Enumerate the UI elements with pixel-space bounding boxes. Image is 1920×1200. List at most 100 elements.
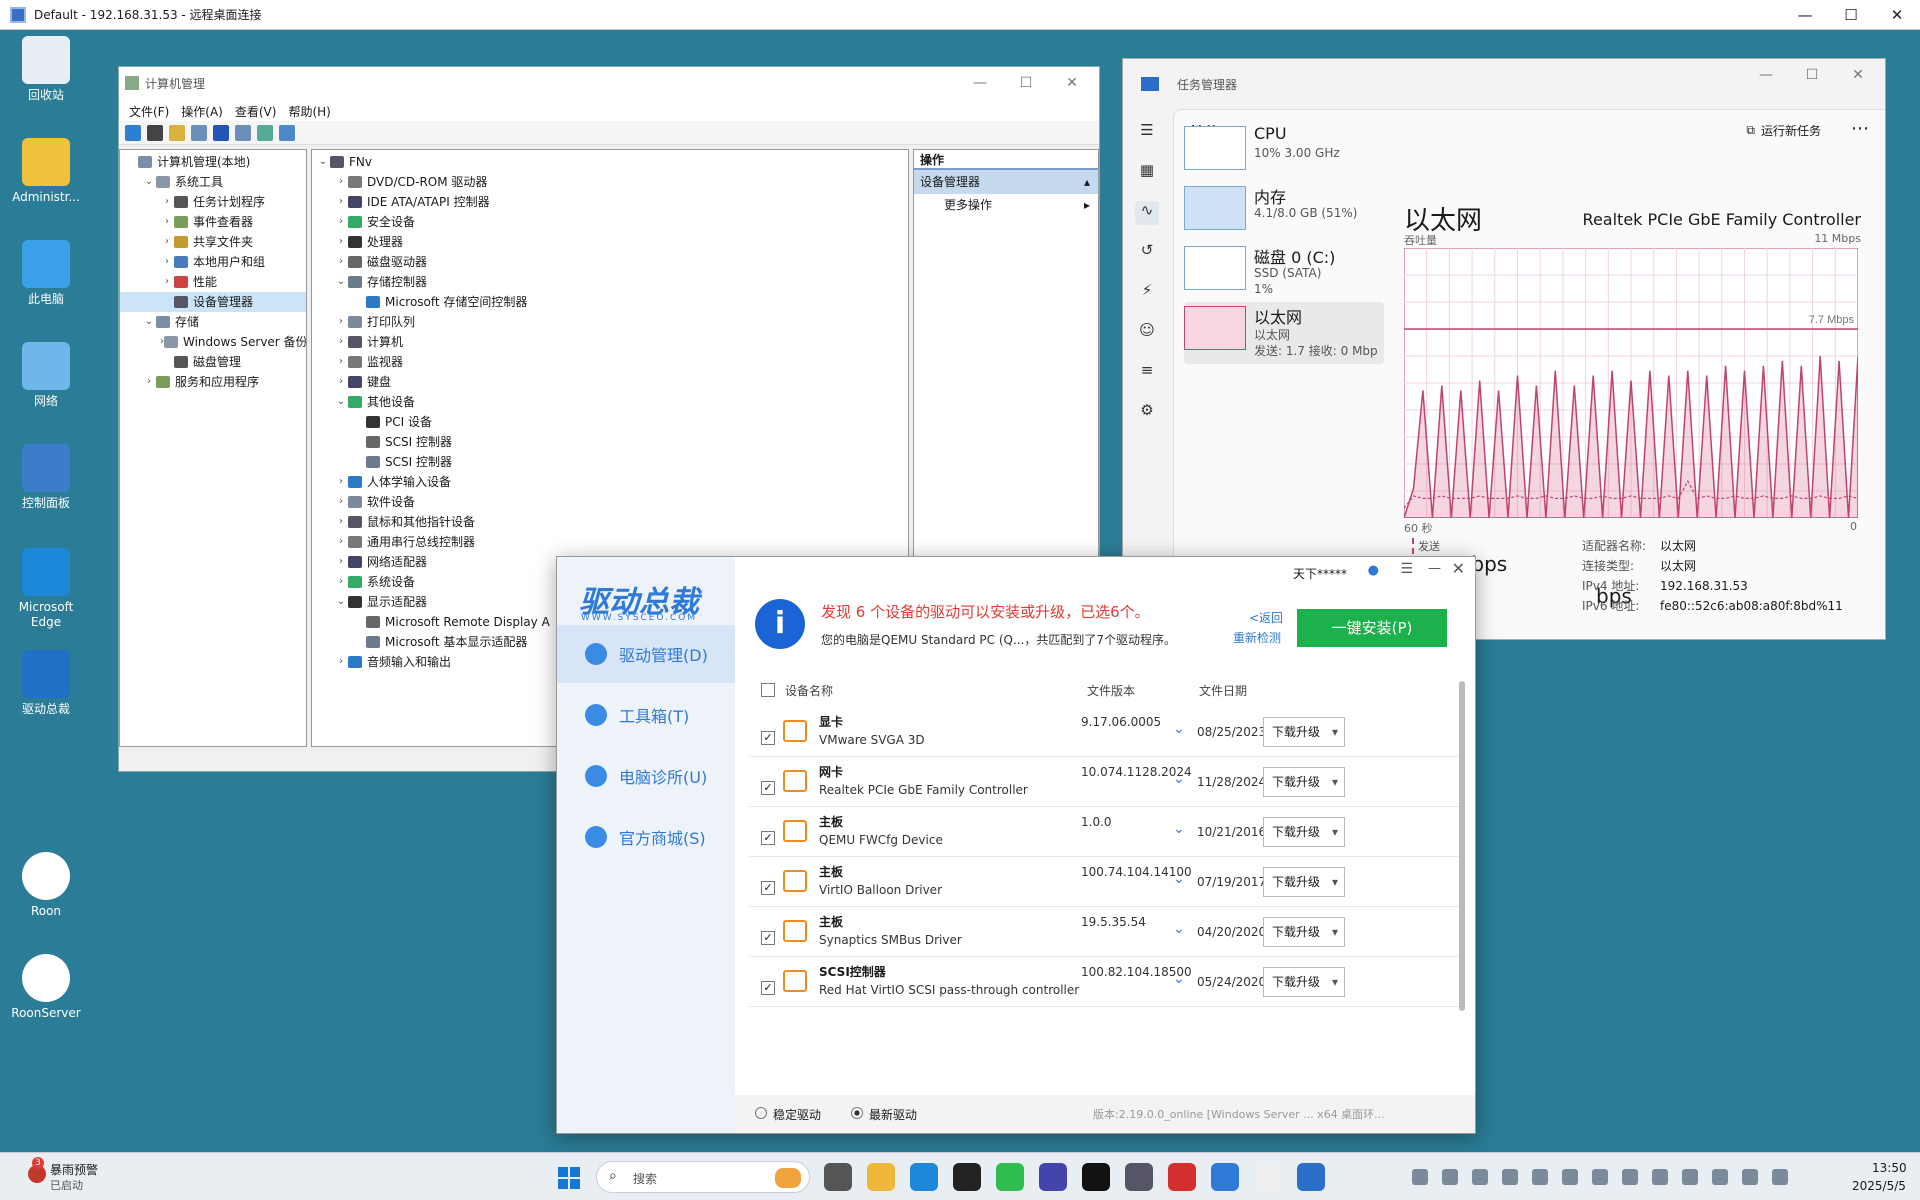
- minimize-button[interactable]: —: [1428, 561, 1441, 576]
- tree-item[interactable]: › 磁盘驱动器: [312, 252, 908, 272]
- edge-icon[interactable]: [910, 1163, 938, 1191]
- details-icon[interactable]: ≡: [1135, 361, 1159, 385]
- remote-desktop-icon[interactable]: [1297, 1163, 1325, 1191]
- collapsed-icon[interactable]: ›: [334, 552, 348, 572]
- tree-item[interactable]: › 计算机: [312, 332, 908, 352]
- clock-time[interactable]: 13:50: [1872, 1161, 1907, 1175]
- cm-close-button[interactable]: ✕: [1049, 67, 1095, 99]
- rdp-maximize-button[interactable]: ☐: [1828, 0, 1874, 30]
- collapsed-icon[interactable]: ›: [160, 232, 174, 252]
- tree-item[interactable]: › DVD/CD-ROM 驱动器: [312, 172, 908, 192]
- start-button[interactable]: [558, 1167, 580, 1189]
- menu-item-1[interactable]: 操作(A): [181, 103, 223, 119]
- roon-icon[interactable]: [1254, 1163, 1282, 1191]
- tray-app-icon[interactable]: [1412, 1169, 1428, 1185]
- cm-maximize-button[interactable]: ☐: [1003, 67, 1049, 99]
- rdp-minimize-button[interactable]: —: [1782, 0, 1828, 30]
- rdp-close-button[interactable]: ✕: [1874, 0, 1920, 30]
- perf-item-2[interactable]: 磁盘 0 (C:) SSD (SATA) 1%: [1184, 242, 1384, 304]
- perf-item-1[interactable]: 内存 4.1/8.0 GB (51%): [1184, 182, 1384, 244]
- chevron-down-icon[interactable]: ⌄: [1173, 971, 1185, 987]
- properties-icon[interactable]: [235, 124, 251, 141]
- tree-item[interactable]: › 服务和应用程序: [120, 372, 306, 392]
- tray-app-icon[interactable]: [1652, 1169, 1668, 1185]
- history-icon[interactable]: ↺: [1135, 241, 1159, 265]
- desktop-icon-6[interactable]: 驱动总裁: [8, 650, 84, 717]
- chevron-down-icon[interactable]: ⌄: [1173, 871, 1185, 887]
- tm-minimize-button[interactable]: —: [1743, 59, 1789, 91]
- tm-maximize-button[interactable]: ☐: [1789, 59, 1835, 91]
- perf-item-3[interactable]: 以太网 以太网 发送: 1.7 接收: 0 Mbp: [1184, 302, 1384, 364]
- tree-item[interactable]: › 性能: [120, 272, 306, 292]
- close-button[interactable]: ✕: [1452, 559, 1465, 578]
- collapsed-icon[interactable]: ›: [334, 172, 348, 192]
- tray-app-icon[interactable]: [1502, 1169, 1518, 1185]
- performance-icon[interactable]: ∿: [1135, 201, 1159, 225]
- tray-app-icon[interactable]: [1562, 1169, 1578, 1185]
- collapsed-icon[interactable]: ›: [160, 252, 174, 272]
- up-folder-icon[interactable]: [169, 124, 185, 141]
- menu-item-2[interactable]: 查看(V): [235, 103, 277, 119]
- tree-item[interactable]: ⌄ 系统工具: [120, 172, 306, 192]
- qq-icon[interactable]: [953, 1163, 981, 1191]
- tree-item[interactable]: SCSI 控制器: [312, 432, 908, 452]
- collapsed-icon[interactable]: ›: [334, 372, 348, 392]
- nav-item-3[interactable]: 官方商城(S): [557, 808, 735, 866]
- tray-app-icon[interactable]: [1682, 1169, 1698, 1185]
- desktop-icon-7[interactable]: Roon: [8, 852, 84, 919]
- collapsed-icon[interactable]: ›: [334, 652, 348, 672]
- tray-volume-icon[interactable]: [1592, 1169, 1608, 1185]
- actions-section-device-manager[interactable]: 设备管理器 ▴: [914, 170, 1098, 194]
- show-tree-icon[interactable]: [191, 124, 207, 141]
- latest-radio[interactable]: [851, 1107, 863, 1119]
- collapsed-icon[interactable]: ›: [334, 312, 348, 332]
- select-all-checkbox[interactable]: [761, 683, 775, 697]
- chevron-down-icon[interactable]: ⌄: [1173, 721, 1185, 737]
- services-icon[interactable]: ⚙: [1135, 401, 1159, 425]
- collapsed-icon[interactable]: ›: [334, 212, 348, 232]
- tree-item[interactable]: ⌄ 其他设备: [312, 392, 908, 412]
- run-new-task-button[interactable]: ⧉ 运行新任务: [1746, 122, 1821, 139]
- task-manager-window[interactable]: 任务管理器 —☐✕ ☰ ▦ ∿ ↺ ⚡ ☺ ≡ ⚙ 性能 ⧉运行新任务 ⋯ CP…: [1122, 58, 1886, 640]
- back-link[interactable]: <返回: [1249, 609, 1283, 626]
- chevron-down-icon[interactable]: ⌄: [1173, 921, 1185, 937]
- tray-app-icon[interactable]: [1622, 1169, 1638, 1185]
- file-explorer-icon[interactable]: [824, 1163, 852, 1191]
- row-checkbox[interactable]: ✓: [761, 881, 775, 895]
- refresh-icon[interactable]: [257, 124, 273, 141]
- tree-item[interactable]: › 鼠标和其他指针设备: [312, 512, 908, 532]
- expanded-icon[interactable]: ⌄: [142, 172, 156, 192]
- tree-item[interactable]: › 共享文件夹: [120, 232, 306, 252]
- expanded-icon[interactable]: ⌄: [316, 152, 330, 172]
- desktop-icon-8[interactable]: RoonServer: [8, 954, 84, 1021]
- folder-icon[interactable]: [867, 1163, 895, 1191]
- tree-item[interactable]: › 监视器: [312, 352, 908, 372]
- nav-item-1[interactable]: 工具箱(T): [557, 686, 735, 744]
- startup-icon[interactable]: ⚡: [1135, 281, 1159, 305]
- collapsed-icon[interactable]: ›: [160, 272, 174, 292]
- driver-app-window[interactable]: 驱动总裁 WWW.SYSCEO.COM 驱动管理(D) 工具箱(T) 电脑诊所(U)…: [556, 556, 1476, 1134]
- collapsed-icon[interactable]: ›: [160, 212, 174, 232]
- row-checkbox[interactable]: ✓: [761, 931, 775, 945]
- feishu-icon[interactable]: [1211, 1163, 1239, 1191]
- tiktok-icon[interactable]: [1082, 1163, 1110, 1191]
- tree-item[interactable]: › 事件查看器: [120, 212, 306, 232]
- collapsed-icon[interactable]: ›: [334, 532, 348, 552]
- tree-item[interactable]: 磁盘管理: [120, 352, 306, 372]
- expanded-icon[interactable]: ⌄: [142, 312, 156, 332]
- expanded-icon[interactable]: ⌄: [334, 392, 348, 412]
- tray-app-icon[interactable]: [1442, 1169, 1458, 1185]
- upgrade-button[interactable]: 下载升级: [1263, 767, 1345, 797]
- chevron-down-icon[interactable]: ⌄: [1173, 771, 1185, 787]
- desktop-icon-2[interactable]: 此电脑: [8, 240, 84, 307]
- upgrade-button[interactable]: 下载升级: [1263, 967, 1345, 997]
- weather-widget[interactable]: 3 暴雨预警 已启动: [28, 1157, 128, 1195]
- tm-close-button[interactable]: ✕: [1835, 59, 1881, 91]
- tree-item[interactable]: ⌄ 存储: [120, 312, 306, 332]
- collapsed-icon[interactable]: ›: [334, 492, 348, 512]
- tree-item[interactable]: › 通用串行总线控制器: [312, 532, 908, 552]
- scan-hardware-icon[interactable]: [279, 124, 295, 141]
- more-options-icon[interactable]: ⋯: [1851, 118, 1869, 139]
- tray-app-icon[interactable]: [1532, 1169, 1548, 1185]
- perf-item-0[interactable]: CPU 10% 3.00 GHz: [1184, 122, 1384, 184]
